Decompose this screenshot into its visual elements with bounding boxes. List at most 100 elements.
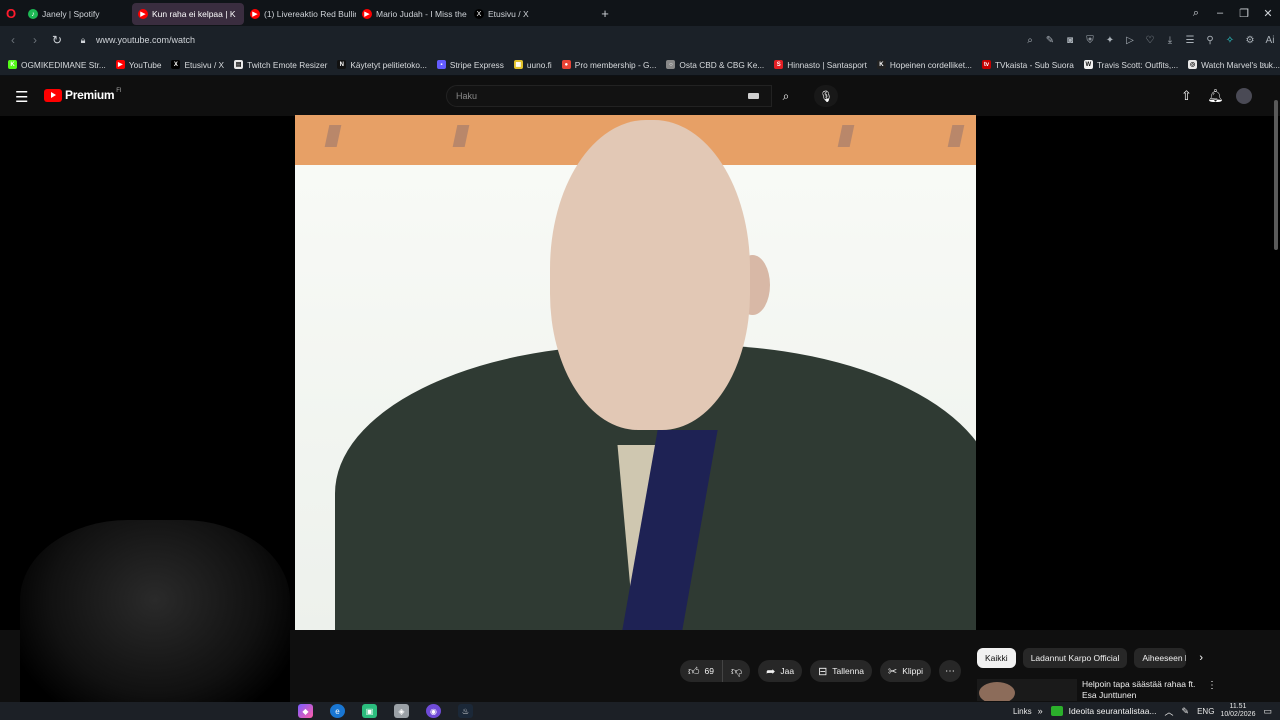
download-icon[interactable]: ⤓ [1160,35,1180,46]
clock[interactable]: 11.51 10/02/2026 [1220,703,1255,719]
video-player[interactable] [295,115,976,630]
profile-icon[interactable]: ⚲ [1200,35,1220,46]
bookmark-favicon-icon: ▶ [115,60,125,69]
more-actions-icon[interactable]: ⋯ [938,660,961,682]
tab-youtube-active[interactable]: ▶ Kun raha ei kelpaa | K [132,3,244,25]
bookmark-favicon-icon: W [1083,60,1093,69]
chevron-right-icon[interactable]: › [1199,652,1203,664]
reload-icon[interactable]: ↻ [46,33,68,47]
more-options-icon[interactable]: ⋮ [1207,680,1217,691]
bookmark-item[interactable]: ▪ Stripe Express [436,60,504,70]
notification-item[interactable]: Ideoita seurantalistaa... [1050,706,1157,716]
pen-icon[interactable]: ✎ [1182,706,1190,717]
recommended-video-title[interactable]: Helpoin tapa säästää rahaa ft. Esa Juntt… [1082,679,1207,701]
search-input[interactable] [456,91,736,101]
scroll-thumb[interactable] [1274,100,1278,250]
address-bar-tools: ⌕ ✎ ◙ ⛨ ✦ ▷ ♡ ⤓ ☰ ⚲ ✧ ⚙ Ai [1020,26,1280,54]
tab-youtube-livereaktio[interactable]: ▶ (1) Livereaktio Red Bullin [244,3,356,25]
microphone-icon[interactable]: 🎙︎ [814,85,838,107]
forward-icon[interactable]: › [24,33,46,47]
app-icon[interactable]: ◈ [394,704,409,718]
chip-all[interactable]: Kaikki [977,648,1016,668]
chip-related[interactable]: Aiheeseen liit [1134,648,1187,668]
address-bar: ‹ › ↻ 🔒︎ www.youtube.com/watch ⌕ ✎ ◙ ⛨ ✦… [0,26,1280,54]
youtube-brand: Premium [65,88,115,102]
share-button[interactable]: ➦ Jaa [758,660,803,682]
frame-mark [837,125,855,147]
tab-spotify[interactable]: ♪ Janely | Spotify [22,3,132,25]
recommended-video[interactable]: Helpoin tapa säästää rahaa ft. Esa Juntt… [977,679,1277,701]
url-field[interactable]: www.youtube.com/watch [96,35,195,45]
minimize-icon[interactable]: – [1208,7,1232,19]
bookmark-item[interactable]: ▦ uuno.fi [513,60,552,70]
browser-tab-bar: O ♪ Janely | Spotify ▶ Kun raha ei kelpa… [0,0,1280,26]
tab-youtube-mario-judah[interactable]: ▶ Mario Judah - I Miss the R [356,3,468,25]
bookmark-item[interactable]: ▶ YouTube [115,60,161,70]
new-tab-icon[interactable]: + [596,6,614,21]
save-button[interactable]: ⊟ Tallenna [810,660,872,682]
bookmarks-overflow-icon[interactable]: » [1261,59,1266,69]
play-icon[interactable]: ▷ [1120,35,1140,46]
page-scrollbar[interactable] [1272,80,1280,720]
heart-icon[interactable]: ♡ [1140,35,1160,46]
frame-mark [947,125,965,147]
extension-icon[interactable]: ✦ [1100,35,1120,46]
bookmark-item[interactable]: W Travis Scott: Outfits,... [1083,60,1178,70]
store-app-icon[interactable]: ▣ [362,704,377,718]
camera-icon[interactable]: ◙ [1060,35,1080,46]
keyboard-icon[interactable] [748,93,759,99]
bookmark-item[interactable]: ▤ Twitch Emote Resizer [234,60,327,70]
opera-logo-icon[interactable]: O [0,0,22,26]
shield-icon[interactable]: ⛨ [1080,35,1100,46]
like-button[interactable]: 👍︎ 69 [680,660,723,682]
avatar[interactable] [1236,88,1252,104]
search-icon[interactable]: ⌕ [1020,35,1040,46]
chevron-icon[interactable]: » [1038,706,1043,716]
copilot-icon[interactable]: ◆ [298,704,313,718]
bookmark-item[interactable]: ● Pro membership - G... [561,60,656,70]
edit-icon[interactable]: ✎ [1040,35,1060,46]
youtube-header: ☰ Premium FI ⌕ 🎙︎ ⇧ 🔔︎ [0,76,1280,116]
search-tabs-icon[interactable]: ⌕ [1184,7,1208,20]
youtube-logo[interactable]: Premium FI [44,88,122,102]
ai-assistant-icon[interactable]: ✧ [1220,35,1240,46]
upload-icon[interactable]: ⇧ [1172,88,1201,104]
bookmark-item[interactable]: ○ Osta CBD & CBG Ke... [666,60,764,70]
video-thumbnail[interactable] [977,679,1077,701]
settings-icon[interactable]: ⚙ [1240,35,1260,46]
bookmark-item[interactable]: ◎ Watch Marvel's Luk... [1188,60,1280,70]
tray-expand-icon[interactable]: ︿ [1165,705,1174,718]
dislike-button[interactable]: 👎︎ [723,665,750,678]
search-button[interactable]: ⌕ [772,85,800,107]
maximize-icon[interactable]: ❐ [1232,7,1256,20]
chip-channel[interactable]: Ladannut Karpo Official [1022,648,1128,668]
bookmark-item[interactable]: tv TVkaista - Sub Suora [981,60,1074,70]
bookmark-item[interactable]: K Hopeinen cordelliket... [876,60,972,70]
taskbar: ◆ e ▣ ◈ ◉ ♨ Links » Ideoita seurantalist… [0,702,1280,720]
youtube-play-icon [44,88,62,102]
bookmark-favicon-icon: K [8,60,17,69]
bookmark-item[interactable]: N Käytetyt pelitietoko... [337,60,427,70]
steam-icon[interactable]: ♨ [458,704,473,718]
clip-label: Klippi [902,666,923,676]
edge-icon[interactable]: e [330,704,345,718]
back-icon[interactable]: ‹ [2,33,24,47]
links-toolbar[interactable]: Links [1013,707,1032,716]
bookmark-item[interactable]: X Etusivu / X [171,60,224,70]
clip-button[interactable]: ✂ Klippi [879,660,931,682]
close-icon[interactable]: ✕ [1256,7,1280,20]
bookmark-item[interactable]: K OGMIKEDIMANE Str... [8,60,106,70]
hamburger-menu-icon[interactable]: ☰ [15,88,28,106]
notification-center-icon[interactable]: ▭ [1263,706,1272,717]
notification-text: Ideoita seurantalistaa... [1068,706,1157,716]
opera-gx-icon[interactable]: ◉ [426,704,441,718]
bookmark-item[interactable]: S Hinnasto | Santasport [774,60,867,70]
menu-icon[interactable]: ☰ [1180,35,1200,46]
language-indicator[interactable]: ENG [1197,707,1214,716]
notifications-bell-icon[interactable]: 🔔︎ [1201,88,1230,104]
aria-icon[interactable]: Ai [1260,35,1280,46]
bookmark-favicon-icon: ● [561,60,571,69]
webcam-overlay [20,520,290,720]
tab-x[interactable]: X Etusivu / X [468,3,538,25]
lock-icon[interactable]: 🔒︎ [74,35,92,46]
